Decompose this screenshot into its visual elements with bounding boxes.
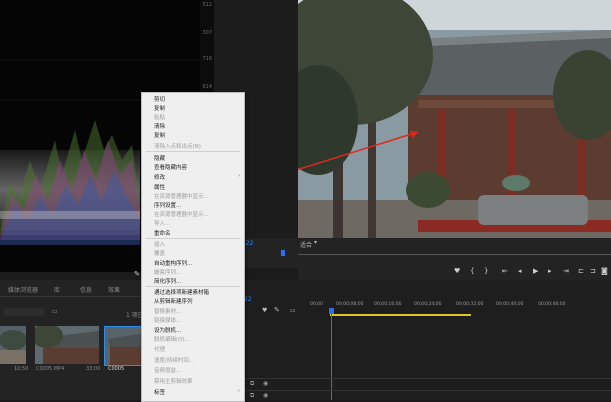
tab-info[interactable]: 信息 — [80, 285, 92, 294]
menu-item-disabled: 脱机编辑(O)... — [154, 337, 190, 343]
program-playhead[interactable] — [281, 250, 285, 256]
menu-item-disabled: 粘贴 — [154, 115, 166, 121]
clip-name: C0005 — [108, 366, 125, 372]
track-sync-icon[interactable]: ⧉ — [250, 392, 254, 400]
scope-tick: 614 — [202, 84, 212, 90]
clip-thumbnail-selected[interactable] — [104, 326, 146, 366]
menu-separator — [146, 238, 240, 239]
program-scrubber-track[interactable] — [298, 254, 611, 255]
menu-item[interactable]: 重命名 — [154, 229, 171, 237]
tab-effects[interactable]: 效果 — [108, 285, 120, 294]
menu-item[interactable]: 通过选择项新建素材箱 — [154, 288, 209, 296]
chevron-down-icon[interactable]: ▾ — [314, 239, 317, 246]
wrench-icon[interactable]: ✎ — [134, 270, 140, 278]
menu-item[interactable]: 设为脱机... — [154, 326, 181, 334]
menu-item[interactable]: 简化序列... — [154, 277, 181, 285]
timeline-timecode[interactable]: 22 — [244, 296, 252, 303]
menu-item-disabled: 链接媒体... — [154, 318, 182, 324]
menu-item[interactable]: 清除 — [154, 122, 165, 130]
menu-item-disabled: 嵌套序列... — [154, 270, 182, 276]
scope-tick: 307 — [202, 30, 212, 36]
camera-icon[interactable]: ◙ — [601, 267, 608, 275]
ruler-tick-label: 00;00;40;00 — [496, 302, 524, 307]
clip-name: C0005.MP4 — [36, 366, 65, 372]
ruler-tick-label: 00;00;32;00 — [456, 302, 484, 307]
clip-thumbnail[interactable] — [0, 326, 26, 364]
menu-item[interactable]: 剪切 — [154, 95, 165, 103]
menu-item[interactable]: 属性 — [154, 183, 165, 191]
track-sync-icon[interactable]: ⧉ — [250, 380, 254, 388]
folder-icon[interactable]: ▭ — [52, 308, 58, 315]
video-frame — [298, 0, 611, 238]
menu-item-disabled: 音频增益... — [154, 368, 182, 374]
in-point-icon[interactable]: { — [470, 267, 474, 275]
menu-item-disabled: 清除入点和出点(N) — [154, 144, 201, 150]
work-area-bar[interactable] — [330, 314, 471, 316]
eye-icon[interactable]: ◉ — [263, 392, 268, 399]
menu-item[interactable]: 标签 — [154, 388, 165, 396]
timeline-playhead-line — [331, 314, 332, 400]
track-divider — [214, 390, 611, 391]
menu-item[interactable]: 查看隐藏内容 — [154, 163, 187, 171]
ruler-tick-label: 00;00;48;00 — [538, 302, 566, 307]
menu-item[interactable]: 修改 — [154, 173, 165, 181]
submenu-arrow-icon: › — [238, 388, 240, 394]
search-input[interactable] — [4, 308, 44, 316]
menu-item-disabled: 导入... — [154, 221, 171, 227]
settings-icon[interactable]: ✎ — [274, 306, 280, 314]
menu-item[interactable]: 隐藏 — [154, 154, 165, 162]
eye-icon[interactable]: ◉ — [263, 380, 268, 387]
menu-item[interactable]: 复制 — [154, 104, 165, 112]
menu-item-disabled: 插入 — [154, 242, 166, 248]
out-point-icon[interactable]: } — [484, 267, 488, 275]
track-divider — [214, 378, 611, 379]
context-menu: 剪切 复制 粘贴 清除 复制 清除入点和出点(N) 隐藏 查看隐藏内容 修改 ›… — [141, 92, 245, 402]
menu-item-disabled: 在资源管理器中显示... — [154, 194, 209, 200]
transport-controls: ♥ { } ⇤ ◂ ▶ ▸ ⇥ ⊏ ⊐ ◙ — [298, 266, 611, 280]
program-monitor-bar: 4;22 适合 ▾ — [214, 238, 611, 268]
menu-item-disabled: 禁用主剪辑效果 — [154, 379, 193, 385]
menu-separator — [146, 286, 240, 287]
play-icon[interactable]: ▶ — [533, 267, 538, 275]
tab-media-browser[interactable]: 媒体浏览器 — [8, 285, 38, 294]
captions-icon[interactable]: ▭ — [290, 307, 296, 314]
scope-tick: 716 — [202, 56, 212, 62]
ruler-tick-label: 00;00;24;00 — [414, 302, 442, 307]
clip-thumbnail[interactable] — [35, 326, 99, 364]
menu-item-disabled: 覆盖 — [154, 251, 166, 257]
menu-item-disabled: 代理 — [154, 347, 166, 353]
go-to-out-icon[interactable]: ⇥ — [563, 267, 569, 275]
menu-item-disabled: 在资源管理器中显示... — [154, 212, 209, 218]
menu-item-sequence-settings[interactable]: 序列设置... — [154, 201, 181, 209]
clip-duration: 10;50 — [14, 366, 29, 372]
step-forward-icon[interactable]: ▸ — [548, 267, 552, 275]
go-to-in-icon[interactable]: ⇤ — [502, 267, 508, 275]
submenu-arrow-icon: › — [238, 173, 240, 179]
step-back-icon[interactable]: ◂ — [518, 267, 522, 275]
fit-dropdown[interactable]: 适合 — [300, 240, 312, 249]
scope-tick: 512 — [202, 2, 212, 8]
insert-icon[interactable]: ⊏ — [578, 267, 584, 275]
ruler-tick-label: 00;00;08;00 — [336, 302, 364, 307]
menu-separator — [146, 151, 240, 152]
menu-item-disabled: 替换素材... — [154, 309, 182, 315]
menu-item[interactable]: 自动重构序列... — [154, 259, 192, 267]
menu-item[interactable]: 从剪辑新建序列 — [154, 297, 193, 305]
tab-libraries[interactable]: 库 — [54, 285, 60, 294]
program-monitor-video — [298, 0, 611, 238]
menu-item[interactable]: 复制 — [154, 131, 165, 139]
menu-item-disabled: 速度/持续时间... — [154, 358, 195, 364]
clip-duration: 33;00 — [86, 366, 101, 372]
snap-icon[interactable]: ♥ — [262, 307, 267, 314]
marker-icon[interactable]: ♥ — [454, 267, 460, 275]
overwrite-icon[interactable]: ⊐ — [590, 267, 596, 275]
ruler-tick-label: 00;00;16;00 — [374, 302, 402, 307]
ruler-tick-label: 00;00 — [310, 302, 323, 307]
